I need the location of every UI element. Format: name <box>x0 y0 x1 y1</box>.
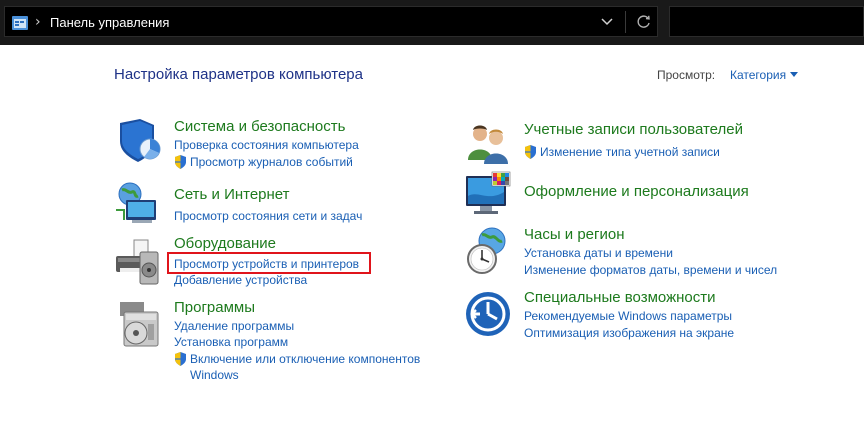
address-toolbar: › Панель управления <box>0 0 864 45</box>
link-optimize-display[interactable]: Оптимизация изображения на экране <box>524 326 734 341</box>
uac-shield-icon <box>525 145 536 159</box>
programs-disc-icon[interactable] <box>114 300 162 348</box>
link-view-event-logs[interactable]: Просмотр журналов событий <box>190 155 353 170</box>
clock-globe-icon[interactable] <box>464 227 512 275</box>
breadcrumb-control-panel[interactable]: Панель управления <box>50 15 169 30</box>
link-set-date-time[interactable]: Установка даты и времени <box>524 246 673 261</box>
link-change-account-type[interactable]: Изменение типа учетной записи <box>540 145 720 160</box>
category-appearance[interactable]: Оформление и персонализация <box>524 183 749 200</box>
link-add-device[interactable]: Добавление устройства <box>174 273 307 288</box>
link-install-programs[interactable]: Установка программ <box>174 335 288 350</box>
users-icon[interactable] <box>464 120 512 168</box>
link-change-formats[interactable]: Изменение форматов даты, времени и чисел <box>524 263 777 278</box>
category-programs[interactable]: Программы <box>174 299 255 316</box>
link-turn-windows-features-cont[interactable]: Windows <box>190 368 239 383</box>
refresh-icon[interactable] <box>635 13 653 31</box>
view-by-label: Просмотр: <box>657 68 716 82</box>
category-clock-region[interactable]: Часы и регион <box>524 226 625 243</box>
highlight-box <box>167 252 371 274</box>
link-turn-windows-features[interactable]: Включение или отключение компонентов <box>190 352 420 367</box>
view-by-dropdown[interactable]: Категория <box>730 68 786 82</box>
link-recommended-settings[interactable]: Рекомендуемые Windows параметры <box>524 309 732 324</box>
link-network-status[interactable]: Просмотр состояния сети и задач <box>174 209 362 224</box>
breadcrumb-separator: › <box>35 14 41 30</box>
address-divider <box>625 11 626 33</box>
link-check-computer-status[interactable]: Проверка состояния компьютера <box>174 138 359 153</box>
printer-hardware-icon[interactable] <box>112 238 160 286</box>
uac-shield-icon <box>175 155 186 169</box>
uac-shield-icon <box>175 352 186 366</box>
caret-down-icon[interactable] <box>790 72 798 77</box>
category-user-accounts[interactable]: Учетные записи пользователей <box>524 121 743 138</box>
category-hardware[interactable]: Оборудование <box>174 235 276 252</box>
category-ease-of-access[interactable]: Специальные возможности <box>524 289 716 306</box>
page-title: Настройка параметров компьютера <box>114 66 363 83</box>
address-bar[interactable]: › Панель управления <box>4 6 658 37</box>
control-panel-icon <box>12 16 28 30</box>
network-globe-icon[interactable] <box>114 180 162 228</box>
link-uninstall-program[interactable]: Удаление программы <box>174 319 294 334</box>
monitor-palette-icon[interactable] <box>464 170 512 218</box>
accessibility-icon[interactable] <box>464 290 512 338</box>
category-network-internet[interactable]: Сеть и Интернет <box>174 186 290 203</box>
search-input[interactable] <box>669 6 864 37</box>
chevron-down-icon[interactable] <box>600 16 614 28</box>
category-system-security[interactable]: Система и безопасность <box>174 118 345 135</box>
security-shield-icon[interactable] <box>114 117 162 165</box>
